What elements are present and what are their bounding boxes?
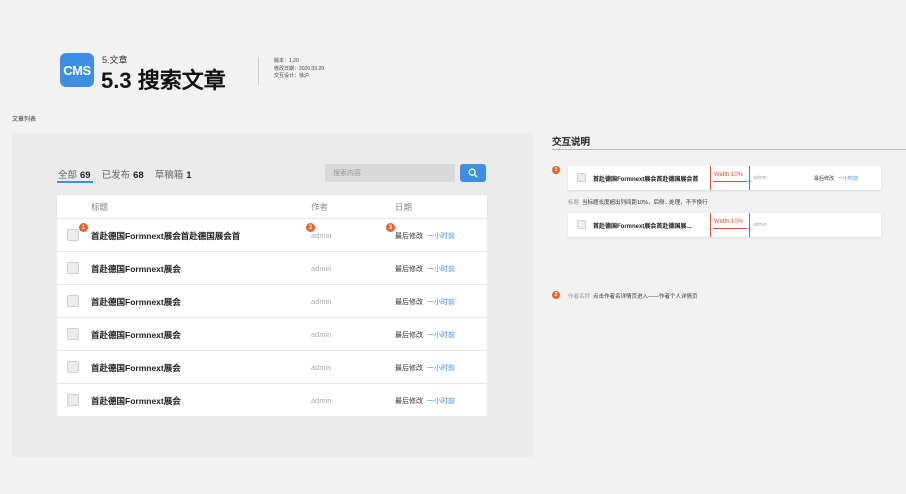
row-checkbox[interactable]	[67, 295, 79, 307]
article-title[interactable]: 首赴德国Formnext展会	[91, 296, 181, 308]
note-badge-1: 1	[552, 166, 560, 174]
tab-all-label: 全部	[58, 170, 78, 181]
demo-row-truncated: 首赴德国Formnext展会首赴德国展... Width:10% admin	[568, 213, 881, 237]
search-input[interactable]	[325, 164, 455, 182]
meta-designer: 交互设计：徐沪	[274, 73, 310, 79]
article-date: 最后修改 一小时前	[395, 363, 455, 373]
demo-date: 最后修改 一小时前	[814, 175, 858, 182]
demo-checkbox	[577, 220, 586, 229]
cms-logo: CMS	[60, 53, 94, 87]
table-row[interactable]: 首赴德国Formnext展会 admin 最后修改 一小时前	[57, 251, 487, 284]
section-label: 文章列表	[12, 117, 37, 123]
search-icon	[468, 168, 478, 178]
article-date: 最后修改 一小时前	[395, 396, 455, 406]
note-badge-2: 2	[552, 291, 560, 299]
tab-all[interactable]: 全部 69	[58, 167, 91, 181]
table-row[interactable]: 首赴德国Formnext展会 admin 最后修改 一小时前	[57, 383, 487, 416]
article-title[interactable]: 首赴德国Formnext展会	[91, 329, 181, 341]
tab-published-count: 68	[133, 170, 144, 181]
table-row[interactable]: 首赴德国Formnext展会 admin 最后修改 一小时前	[57, 350, 487, 383]
date-value: 一小时前	[427, 299, 455, 306]
demo-checkbox	[577, 173, 586, 182]
date-label: 最后修改	[395, 299, 423, 306]
article-author[interactable]: admin	[311, 297, 331, 306]
table-row[interactable]: 首赴德国Formnext展会 admin 最后修改 一小时前	[57, 317, 487, 350]
date-value: 一小时前	[427, 266, 455, 273]
meta-date: 修改日期：2020.03.20	[274, 65, 325, 72]
tab-all-count: 69	[80, 170, 91, 181]
column-date: 日期	[395, 201, 413, 212]
date-value: 一小时前	[427, 398, 455, 405]
demo-row-full: 首赴德国Formnext展会首赴德国展会首 Width:10% admin 最后…	[568, 166, 881, 190]
tab-drafts-count: 1	[186, 170, 192, 181]
meta-version: 版本：1.20	[274, 58, 299, 64]
date-label: 最后修改	[395, 266, 423, 273]
note-1-desc: 当标题长度超出列间距10%，后侧...处理，不予换行	[582, 200, 708, 206]
status-tabs: 全部 69 已发布 68 草稿箱 1	[58, 167, 192, 181]
article-date: 最后修改 一小时前	[395, 231, 455, 241]
doc-meta: 版本：1.20 修改日期：2020.03.20 交互设计：徐沪	[274, 58, 324, 81]
article-date: 最后修改 一小时前	[395, 330, 455, 340]
header-divider	[258, 57, 259, 85]
annotation-badge-3: 3	[386, 223, 395, 232]
demo-author: admin	[753, 222, 767, 228]
date-label: 最后修改	[395, 398, 423, 405]
width-arrow	[713, 228, 747, 229]
active-tab-indicator	[57, 181, 93, 183]
article-author[interactable]: admin	[311, 231, 331, 240]
demo-title: 首赴德国Formnext展会首赴德国展会首	[593, 177, 699, 183]
date-label: 最后修改	[395, 233, 423, 240]
note-2-text: 作者名称 点击作者名详情页进入——作者个人详情页	[568, 292, 698, 300]
article-author[interactable]: admin	[311, 264, 331, 273]
article-date: 最后修改 一小时前	[395, 264, 455, 274]
page-title: 5.3 搜索文章	[101, 68, 226, 93]
table-header: 标题 作者 日期	[57, 195, 487, 218]
width-marker: Width:10%	[710, 213, 750, 237]
width-label: Width:10%	[714, 219, 744, 225]
demo-date-value: 一小时前	[838, 176, 859, 182]
tab-drafts-label: 草稿箱	[154, 170, 184, 181]
width-arrow	[713, 181, 747, 182]
tab-published[interactable]: 已发布 68	[102, 167, 144, 181]
date-value: 一小时前	[427, 233, 455, 240]
article-title[interactable]: 首赴德国Formnext展会	[91, 362, 181, 374]
notes-title: 交互说明	[552, 137, 591, 148]
annotation-badge-1: 1	[79, 223, 88, 232]
width-marker: Width:10%	[710, 166, 750, 190]
article-title[interactable]: 首赴德国Formnext展会	[91, 395, 181, 407]
note-1-text: 标题 当标题长度超出列间距10%，后侧...处理，不予换行	[568, 198, 708, 206]
demo-author: admin	[753, 175, 767, 181]
row-checkbox[interactable]	[67, 394, 79, 406]
column-author: 作者	[311, 201, 329, 212]
article-table: 标题 作者 日期 1 首赴德国Formnext展会首赴德国展会首 2 admin…	[57, 195, 487, 416]
notes-divider	[552, 149, 906, 150]
width-label: Width:10%	[714, 172, 744, 178]
row-checkbox[interactable]	[67, 262, 79, 274]
date-value: 一小时前	[427, 332, 455, 339]
row-checkbox[interactable]	[67, 361, 79, 373]
note-2-key: 作者名称	[568, 294, 591, 300]
article-author[interactable]: admin	[311, 330, 331, 339]
demo-date-label: 最后修改	[814, 176, 835, 182]
row-checkbox[interactable]	[67, 229, 79, 241]
table-row[interactable]: 1 首赴德国Formnext展会首赴德国展会首 2 admin 3 最后修改 一小…	[57, 218, 487, 251]
demo-title-truncated: 首赴德国Formnext展会首赴德国展...	[593, 224, 692, 230]
tab-published-label: 已发布	[101, 170, 131, 181]
search-button[interactable]	[460, 164, 486, 182]
note-2-desc: 点击作者名详情页进入——作者个人详情页	[593, 294, 698, 300]
date-label: 最后修改	[395, 365, 423, 372]
article-author[interactable]: admin	[311, 396, 331, 405]
table-row[interactable]: 首赴德国Formnext展会 admin 最后修改 一小时前	[57, 284, 487, 317]
column-title: 标题	[91, 201, 109, 212]
article-date: 最后修改 一小时前	[395, 297, 455, 307]
article-author[interactable]: admin	[311, 363, 331, 372]
date-label: 最后修改	[395, 332, 423, 339]
article-title[interactable]: 首赴德国Formnext展会	[91, 263, 181, 275]
date-value: 一小时前	[427, 365, 455, 372]
note-1-key: 标题	[568, 200, 580, 206]
article-title[interactable]: 首赴德国Formnext展会首赴德国展会首	[91, 230, 240, 242]
tab-drafts[interactable]: 草稿箱 1	[155, 167, 192, 181]
row-checkbox[interactable]	[67, 328, 79, 340]
